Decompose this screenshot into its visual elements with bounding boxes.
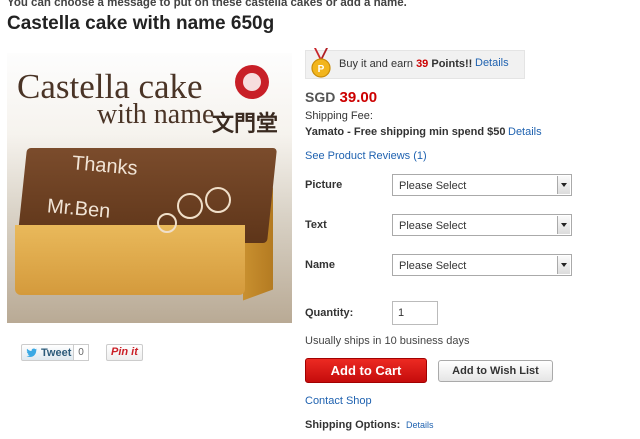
text-select[interactable]: Please Select bbox=[392, 214, 572, 236]
shipping-fee-label: Shipping Fee: bbox=[305, 110, 373, 122]
text-select-value: Please Select bbox=[399, 220, 467, 232]
shipping-options-label: Shipping Options: bbox=[305, 419, 401, 431]
flower-icon bbox=[157, 213, 177, 233]
flower-icon bbox=[205, 187, 231, 213]
option-label-text: Text bbox=[305, 219, 327, 231]
svg-text:P: P bbox=[318, 64, 325, 75]
shipping-method: Yamato - Free shipping min spend $50 bbox=[305, 126, 506, 138]
points-value: 39 bbox=[416, 58, 429, 70]
name-select[interactable]: Please Select bbox=[392, 254, 572, 276]
name-select-value: Please Select bbox=[399, 260, 467, 272]
product-title: Castella cake with name 650g bbox=[7, 13, 275, 34]
tweet-count: 0 bbox=[73, 344, 89, 361]
quantity-input[interactable] bbox=[392, 301, 438, 325]
option-label-picture: Picture bbox=[305, 179, 343, 191]
product-image[interactable]: Castella cake with name 文門堂 Thanks Mr.Be… bbox=[7, 53, 292, 323]
image-brand-text: 文門堂 bbox=[212, 111, 279, 136]
points-suffix: Points!! bbox=[431, 58, 473, 70]
brand-emblem-icon bbox=[235, 65, 269, 99]
points-text: Buy it and earn 39 Points!! bbox=[339, 58, 472, 70]
twitter-bird-icon bbox=[26, 347, 37, 357]
points-prefix: Buy it and earn bbox=[339, 58, 413, 70]
picture-select[interactable]: Please Select bbox=[392, 174, 572, 196]
cake-side bbox=[15, 225, 245, 295]
price: SGD 39.00 bbox=[305, 89, 377, 106]
chevron-down-icon bbox=[557, 256, 570, 274]
medal-icon: P bbox=[311, 48, 331, 78]
chevron-down-icon bbox=[557, 176, 570, 194]
picture-select-value: Please Select bbox=[399, 180, 467, 192]
contact-shop-link[interactable]: Contact Shop bbox=[305, 395, 372, 407]
option-label-name: Name bbox=[305, 259, 335, 271]
flower-icon bbox=[177, 193, 203, 219]
price-amount: 39.00 bbox=[339, 89, 378, 106]
add-to-cart-button[interactable]: Add to Cart bbox=[305, 358, 427, 383]
tweet-button[interactable]: Tweet bbox=[21, 344, 78, 361]
chevron-down-icon bbox=[557, 216, 570, 234]
shipping-options-details-link[interactable]: Details bbox=[406, 420, 434, 430]
product-reviews-link[interactable]: See Product Reviews (1) bbox=[305, 150, 427, 162]
pinit-button[interactable]: Pin it bbox=[106, 344, 143, 361]
quantity-label: Quantity: bbox=[305, 307, 354, 319]
image-title-line2: with name bbox=[97, 99, 215, 130]
shipping-details-link[interactable]: Details bbox=[508, 126, 542, 138]
ships-note: Usually ships in 10 business days bbox=[305, 335, 470, 347]
tweet-label: Tweet bbox=[41, 346, 72, 359]
price-currency: SGD bbox=[305, 89, 336, 105]
points-details-link[interactable]: Details bbox=[475, 57, 509, 69]
add-to-wish-list-button[interactable]: Add to Wish List bbox=[438, 360, 553, 382]
top-message: You can choose a message to put on these… bbox=[7, 0, 407, 9]
